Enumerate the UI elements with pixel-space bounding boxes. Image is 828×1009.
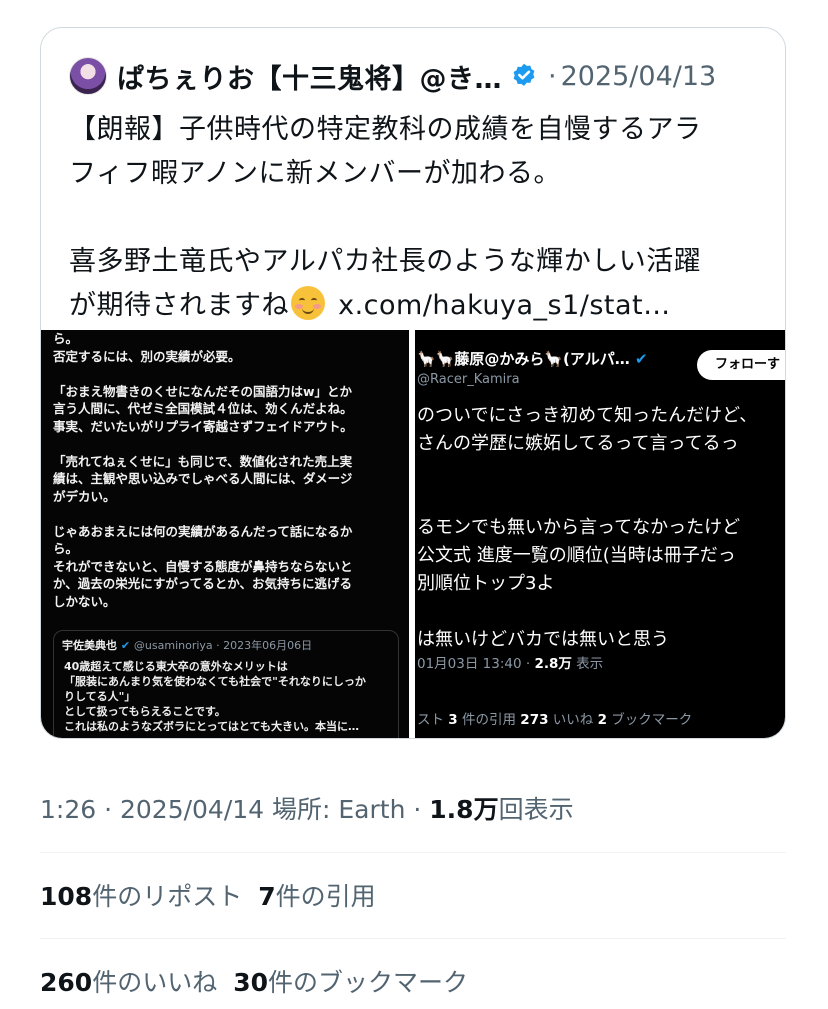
embedded-handle-date: @usaminoriya · 2023年06月06日 (133, 639, 313, 652)
divider (40, 938, 786, 939)
embedded-quote: 宇佐美典也 ✔ @usaminoriya · 2023年06月06日 40歳超え… (53, 630, 399, 738)
verified-badge-icon: ✔ (120, 639, 131, 652)
media-image-left[interactable]: ら。 否定するには、別の実績が必要。 「おまえ物書きのくせになんだその国語力はw… (41, 330, 409, 738)
separator-dot: · (548, 60, 557, 92)
repost-quote-stats: 108件のリポスト 7件の引用 (40, 877, 376, 913)
verified-badge-icon: ✔ (634, 350, 648, 368)
divider (40, 852, 786, 853)
image-right-user-name: 🦙🦙藤原@かみら🦙(アルパ… ✔ (417, 350, 648, 368)
quoted-tweet-text: 【朗報】子供時代の特定教科の成績を自慢するアラ フィフ暇アノンに新メンバーが加わ… (69, 108, 769, 328)
tweet-meta: 1:26 · 2025/04/14 場所: Earth · 1.8万回表示 (40, 790, 574, 826)
quoted-author-name[interactable]: ぱちぇりお【十三鬼将】@き… (117, 57, 502, 96)
media-image-right[interactable]: 🦙🦙藤原@かみら🦙(アルパ… ✔ @Racer_Kamira フォローす のつい… (415, 330, 785, 738)
avatar[interactable] (69, 57, 107, 95)
likes-link[interactable]: 260件のいいね (40, 968, 217, 997)
embedded-quote-text: 40歳超えて感じる東大卒の意外なメリットは 「服装にあんまり気を使わなくても社会… (64, 660, 366, 733)
quoted-media: ら。 否定するには、別の実績が必要。 「おまえ物書きのくせになんだその国語力はw… (41, 330, 785, 738)
reposts-link[interactable]: 108件のリポスト (40, 882, 242, 911)
verified-badge-icon (513, 63, 535, 86)
follow-button: フォローす (697, 350, 785, 380)
views-count: 1.8万 (429, 795, 499, 824)
views-label: 回表示 (498, 795, 574, 824)
image-right-text: のついでにさっき初めて知ったんだけど、 さんの学歴に嫉妬してるって言ってるっ る… (417, 405, 758, 650)
smiling-face-emoji-icon (291, 286, 325, 320)
image-right-handle: @Racer_Kamira (417, 372, 520, 387)
image-left-text: ら。 否定するには、別の実績が必要。 「おまえ物書きのくせになんだその国語力はw… (53, 331, 353, 609)
embedded-author-name: 宇佐美典也 (62, 639, 117, 652)
like-bookmark-stats: 260件のいいね 30件のブックマーク (40, 963, 468, 999)
quoted-link[interactable]: x.com/hakuya_s1/stat… (338, 290, 671, 321)
image-right-timestamp: 01月03日 13:40 · 2.8万 表示 (417, 656, 604, 672)
image-right-stats: スト 3 件の引用 273 いいね 2 ブックマーク (417, 712, 693, 728)
quotes-link[interactable]: 7件の引用 (258, 882, 375, 911)
quoted-date[interactable]: 2025/04/13 (561, 61, 717, 92)
tweet-time-date-location[interactable]: 1:26 · 2025/04/14 場所: Earth · (40, 795, 429, 824)
embedded-quote-header: 宇佐美典也 ✔ @usaminoriya · 2023年06月06日 (62, 637, 312, 653)
quoted-tweet-card[interactable]: ぱちぇりお【十三鬼将】@き… · 2025/04/13 【朗報】子供時代の特定教… (40, 27, 786, 739)
quoted-tweet-header: ぱちぇりお【十三鬼将】@き… · 2025/04/13 (69, 56, 716, 96)
bookmarks-link[interactable]: 30件のブックマーク (233, 968, 468, 997)
